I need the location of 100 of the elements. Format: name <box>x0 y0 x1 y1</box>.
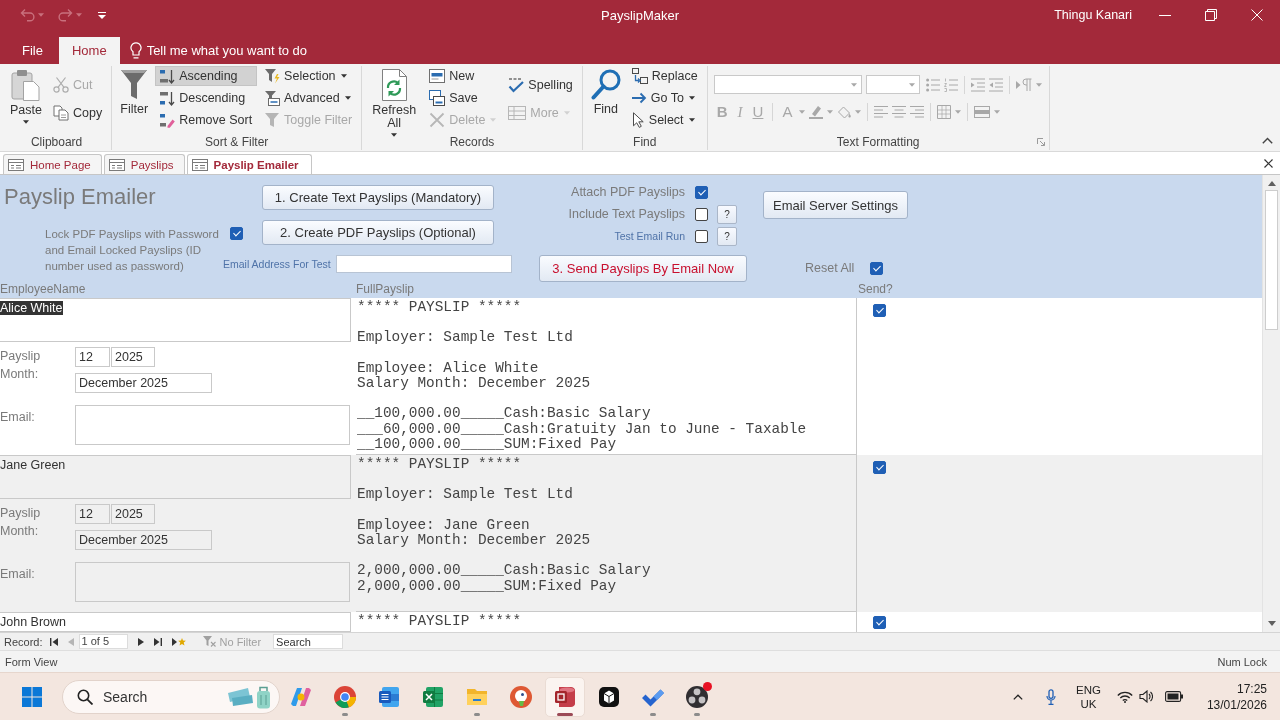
next-record-icon[interactable] <box>137 637 144 646</box>
customize-caret-icon[interactable] <box>98 11 106 19</box>
create-pdf-payslips-button[interactable]: 2. Create PDF Payslips (Optional) <box>262 220 494 245</box>
ribbon-tab[interactable]: File <box>9 37 56 64</box>
help-button[interactable]: ? <box>717 204 737 224</box>
employee-name-field[interactable]: John Brown <box>0 612 351 632</box>
search-field[interactable]: Search <box>273 634 344 649</box>
search-field[interactable]: Search <box>103 687 203 706</box>
search-icon <box>590 69 621 100</box>
filter-button[interactable]: Filter <box>116 66 153 133</box>
go-to-button[interactable]: Go To <box>627 88 703 108</box>
remove-sort-button[interactable]: Remove Sort <box>155 110 258 130</box>
employee-name-field[interactable]: Alice White <box>0 298 351 342</box>
speaker-icon[interactable] <box>1138 690 1153 703</box>
spelling-button[interactable]: Spelling <box>504 74 578 95</box>
funnel-cross-icon <box>202 636 216 647</box>
document-tab[interactable]: Payslips <box>103 154 185 174</box>
checkbox[interactable] <box>695 229 708 243</box>
refresh-icon <box>380 69 409 101</box>
wifi-icon[interactable] <box>1116 690 1133 703</box>
funnel-form-icon <box>264 90 281 106</box>
sort-descending-icon <box>159 90 176 106</box>
segmented-circle-icon <box>333 684 357 709</box>
checkbox-label: Lock PDF Payslips with Password and Email Locked Payslips (ID number used as password) <box>45 227 220 274</box>
tell-me-field[interactable]: Tell me what you want to do <box>146 41 329 60</box>
employee-name-field[interactable]: Jane Green <box>0 455 351 499</box>
microphone-icon[interactable] <box>1046 688 1056 705</box>
checkbox[interactable] <box>870 261 884 275</box>
period-field[interactable]: December 2025 <box>75 373 212 393</box>
first-record-icon[interactable] <box>49 637 58 646</box>
checkbox[interactable] <box>695 185 708 199</box>
caret-icon[interactable] <box>76 13 82 17</box>
select-button[interactable]: Select <box>627 110 703 130</box>
pointer-icon <box>631 112 645 128</box>
chevron-up-icon[interactable] <box>1262 137 1273 144</box>
battery-icon[interactable] <box>1164 691 1183 702</box>
clock-button[interactable]: 17:25 13/01/2026 <box>1206 680 1267 713</box>
document-tab[interactable]: Payslip Emailer <box>186 154 312 174</box>
save-button[interactable]: Save <box>425 88 502 108</box>
email-server-settings-button[interactable]: Email Server Settings <box>763 191 908 219</box>
period-field[interactable]: December 2025 <box>75 530 212 550</box>
selection-button[interactable]: Selection <box>260 66 358 86</box>
last-record-icon[interactable] <box>153 637 162 646</box>
month-field[interactable]: 12 <box>75 504 110 524</box>
test-email-field[interactable] <box>335 255 512 273</box>
chevron-up-icon[interactable] <box>1013 693 1023 700</box>
arrow-right-icon <box>631 92 647 104</box>
copy-button[interactable]: Copy <box>48 103 108 124</box>
send-payslips-button[interactable]: 3. Send Payslips By Email Now <box>539 255 747 282</box>
down-arrow-icon[interactable] <box>1267 621 1276 626</box>
restore-icon[interactable] <box>1205 9 1217 21</box>
cross-icon <box>429 112 446 128</box>
scrollbar-thumb[interactable] <box>1265 190 1278 330</box>
checkbox[interactable] <box>873 461 886 474</box>
windows-logo-icon[interactable] <box>22 686 42 707</box>
close-icon[interactable] <box>1264 158 1273 168</box>
new-button[interactable]: New <box>425 66 502 86</box>
advanced-button[interactable]: Advanced <box>260 88 358 108</box>
up-arrow-icon[interactable] <box>1267 181 1276 186</box>
month-field[interactable]: 12 <box>75 347 110 367</box>
email-field[interactable] <box>75 405 350 445</box>
ribbon-tab[interactable]: Home <box>58 37 120 64</box>
year-field[interactable]: 2025 <box>111 504 155 524</box>
checkbox[interactable] <box>230 227 243 240</box>
column-header: EmployeeName <box>0 281 86 298</box>
checkbox[interactable] <box>873 616 886 629</box>
taskbar-app-button[interactable] <box>545 676 585 717</box>
funnel-icon <box>264 112 281 128</box>
group-label: Sort & Filter <box>205 135 269 149</box>
create-text-payslips-button[interactable]: 1. Create Text Payslips (Mandatory) <box>262 185 494 210</box>
replace-button[interactable]: Replace <box>627 66 703 86</box>
descending-button[interactable]: Descending <box>155 88 258 108</box>
email-field[interactable] <box>75 562 350 602</box>
year-field[interactable]: 2025 <box>111 347 155 367</box>
search-box[interactable]: Search <box>62 679 280 714</box>
caret-icon[interactable] <box>38 13 44 17</box>
circle-logo-icon <box>509 684 533 709</box>
help-button[interactable]: ? <box>717 226 737 246</box>
find-button[interactable]: Find <box>586 66 625 133</box>
paste-button[interactable]: Paste <box>6 66 46 133</box>
checkbox[interactable] <box>695 207 708 221</box>
vertical-scrollbar[interactable] <box>1262 175 1280 632</box>
key-indicator: Num Lock <box>1217 655 1267 668</box>
language-button[interactable]: ENG UK <box>1076 682 1101 711</box>
minimize-icon[interactable] <box>1159 14 1171 16</box>
running-indicator <box>474 712 480 716</box>
group-label: Text Formatting <box>836 135 920 149</box>
form-icon <box>108 158 125 171</box>
dialog-launcher-icon[interactable] <box>1036 138 1045 146</box>
replace-icon <box>631 68 648 84</box>
checkbox-label: Test Email Run <box>613 230 685 242</box>
caret-icon <box>391 133 398 137</box>
view-name: Form View <box>5 655 58 668</box>
ascending-button[interactable]: Ascending <box>155 66 258 86</box>
checkbox-label: Include Text Payslips <box>567 207 685 221</box>
arrow-star-icon[interactable] <box>171 637 186 646</box>
checkbox[interactable] <box>873 304 886 317</box>
document-tab[interactable]: Home Page <box>3 154 102 174</box>
record-position-field[interactable]: 1 of 5 <box>78 634 128 649</box>
refresh-all-button[interactable]: Refresh All <box>366 66 423 133</box>
